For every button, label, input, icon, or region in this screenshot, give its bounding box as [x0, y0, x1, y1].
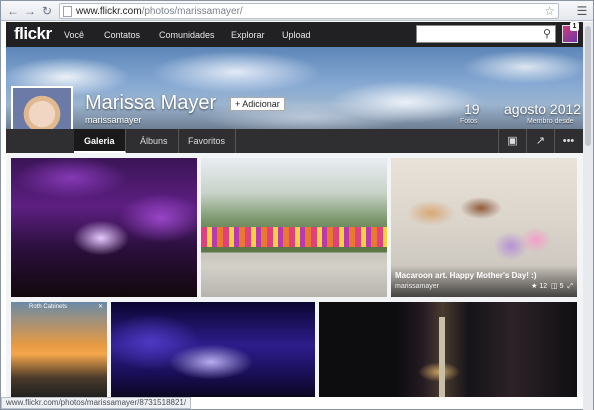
address-bar[interactable]: www.flickr.com/photos/marissamayer/ ☆: [59, 3, 559, 19]
profile-username: marissamayer: [85, 115, 142, 125]
favorite-star-icon[interactable]: ★: [531, 283, 537, 290]
photo-caption-shade: [391, 265, 577, 297]
photo-macaroon-art[interactable]: Macaroon art. Happy Mother's Day! :) mar…: [391, 158, 577, 297]
notification-badge[interactable]: 1: [570, 22, 579, 31]
nav-link-explorar[interactable]: Explorar: [231, 29, 265, 41]
comment-count: 5: [559, 283, 564, 290]
slideshow-icon[interactable]: ▣: [498, 129, 526, 153]
flickr-logo[interactable]: flickr: [14, 25, 52, 43]
nav-link-voce[interactable]: Você: [64, 29, 84, 41]
close-icon[interactable]: ✕: [98, 304, 103, 311]
add-contact-button[interactable]: + Adicionar: [230, 97, 285, 111]
photo-stage-lights[interactable]: [111, 302, 315, 397]
browser-menu-icon[interactable]: ☰: [575, 3, 589, 19]
address-url: www.flickr.com/photos/marissamayer/: [76, 6, 243, 17]
search-icon[interactable]: ⚲: [543, 27, 551, 41]
favorite-count: 12: [539, 283, 548, 290]
browser-toolbar: ← → ↻ www.flickr.com/photos/marissamayer…: [1, 1, 593, 21]
photo-tulips-plaza[interactable]: [201, 158, 387, 297]
member-since-date: agosto 2012: [504, 101, 582, 117]
photo-stats: ★ 12 ◫ 5 ⤢: [531, 282, 573, 292]
share-icon[interactable]: ↗: [526, 129, 554, 153]
photo-title[interactable]: Macaroon art. Happy Mother's Day! :): [395, 271, 536, 281]
reload-icon[interactable]: ↻: [39, 3, 55, 19]
nav-link-upload[interactable]: Upload: [282, 29, 311, 41]
page-icon: [63, 6, 72, 17]
tab-favoritos[interactable]: Favoritos: [178, 129, 237, 153]
expand-icon[interactable]: ⤢: [567, 283, 573, 290]
forward-icon[interactable]: →: [22, 3, 38, 19]
browser-window: ← → ↻ www.flickr.com/photos/marissamayer…: [0, 0, 594, 410]
flickr-top-nav: flickr Você Contatos Comunidades Explora…: [6, 22, 583, 47]
status-bar-url: www.flickr.com/photos/marissamayer/87315…: [1, 397, 192, 409]
more-icon[interactable]: •••: [554, 129, 582, 153]
nav-link-comunidades[interactable]: Comunidades: [159, 29, 215, 41]
photo-night-city[interactable]: [319, 302, 577, 397]
tab-albuns[interactable]: Álbuns: [130, 129, 179, 153]
member-since-label: Membro desde: [527, 118, 574, 125]
page-scrollbar[interactable]: [583, 22, 593, 410]
search-input[interactable]: ⚲: [416, 25, 556, 43]
photo-concert-purple[interactable]: [11, 158, 197, 297]
photo-lake-sunset[interactable]: Roth Cabinets ✕: [11, 302, 107, 397]
profile-subnav: Galeria Álbuns Favoritos ▣ ↗ •••: [6, 129, 583, 153]
tab-galeria[interactable]: Galeria: [74, 129, 126, 153]
comment-icon[interactable]: ◫: [551, 283, 558, 290]
profile-name: Marissa Mayer: [85, 92, 217, 114]
back-icon[interactable]: ←: [5, 3, 21, 19]
bookmark-star-icon[interactable]: ☆: [544, 4, 555, 18]
nav-link-contatos[interactable]: Contatos: [104, 29, 140, 41]
monument-column: [439, 317, 445, 397]
photo-gallery: Macaroon art. Happy Mother's Day! :) mar…: [6, 153, 583, 397]
photo-small-title: Roth Cabinets: [29, 304, 68, 310]
photos-count: 19: [464, 101, 480, 117]
scrollbar-thumb[interactable]: [585, 26, 591, 146]
photo-owner[interactable]: marissamayer: [395, 282, 439, 291]
photos-label: Fotos: [460, 118, 478, 125]
